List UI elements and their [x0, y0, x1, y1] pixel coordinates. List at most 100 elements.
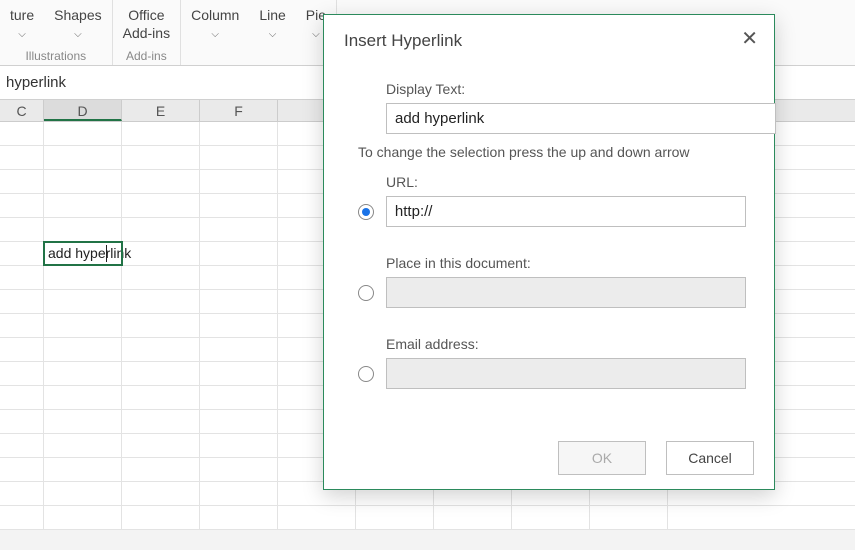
cell[interactable]	[200, 122, 278, 145]
cell[interactable]: add hyperlink	[44, 242, 122, 265]
cell[interactable]	[200, 434, 278, 457]
cell[interactable]	[44, 314, 122, 337]
ribbon-group: Column⌵Line⌵Pie⌵	[181, 0, 337, 65]
cell[interactable]	[122, 314, 200, 337]
chevron-down-icon: ⌵	[10, 26, 34, 44]
email-input	[386, 358, 746, 389]
cancel-button[interactable]: Cancel	[666, 441, 754, 475]
cell[interactable]	[122, 410, 200, 433]
cell[interactable]	[0, 338, 44, 361]
cell[interactable]	[44, 482, 122, 505]
column-header[interactable]: C	[0, 100, 44, 121]
cell[interactable]	[0, 434, 44, 457]
cell[interactable]	[44, 146, 122, 169]
column-header[interactable]: F	[200, 100, 278, 121]
cell[interactable]	[44, 386, 122, 409]
cell[interactable]	[44, 338, 122, 361]
cell[interactable]	[200, 506, 278, 529]
dialog-title: Insert Hyperlink	[324, 15, 774, 61]
close-icon[interactable]: ✕	[741, 29, 758, 49]
place-radio[interactable]	[358, 285, 374, 301]
cell[interactable]	[200, 242, 278, 265]
display-text-input[interactable]	[386, 103, 776, 134]
cell[interactable]	[278, 506, 356, 529]
cell[interactable]	[200, 458, 278, 481]
cell[interactable]	[44, 506, 122, 529]
column-header[interactable]: D	[44, 100, 122, 121]
cell[interactable]	[0, 170, 44, 193]
cell[interactable]	[0, 194, 44, 217]
cell[interactable]	[122, 194, 200, 217]
ribbon-button[interactable]: Line⌵	[249, 0, 295, 63]
cell[interactable]	[44, 122, 122, 145]
cell[interactable]	[200, 314, 278, 337]
ribbon-button[interactable]: Column⌵	[181, 0, 249, 63]
cell[interactable]	[200, 146, 278, 169]
cell[interactable]	[122, 290, 200, 313]
cell[interactable]	[200, 362, 278, 385]
cell[interactable]	[122, 266, 200, 289]
cell[interactable]	[44, 362, 122, 385]
cell[interactable]	[200, 218, 278, 241]
cell[interactable]	[122, 146, 200, 169]
ribbon-button[interactable]: Shapes⌵	[44, 0, 111, 49]
cell[interactable]	[122, 458, 200, 481]
column-header[interactable]: E	[122, 100, 200, 121]
ribbon-group-label: Add-ins	[113, 49, 180, 65]
table-row	[0, 506, 855, 530]
cell[interactable]	[122, 434, 200, 457]
cell[interactable]	[200, 338, 278, 361]
cell[interactable]	[44, 170, 122, 193]
cell[interactable]	[200, 290, 278, 313]
cell[interactable]	[200, 170, 278, 193]
cell[interactable]	[122, 482, 200, 505]
cell[interactable]	[122, 122, 200, 145]
email-radio[interactable]	[358, 366, 374, 382]
cell[interactable]	[0, 482, 44, 505]
ribbon-button[interactable]: ture⌵	[0, 0, 44, 49]
cell[interactable]	[122, 386, 200, 409]
cell[interactable]	[200, 266, 278, 289]
cell[interactable]	[0, 314, 44, 337]
cell[interactable]	[200, 386, 278, 409]
cell[interactable]	[122, 170, 200, 193]
place-input	[386, 277, 746, 308]
cell[interactable]	[0, 146, 44, 169]
cell[interactable]	[356, 506, 434, 529]
cell[interactable]	[434, 506, 512, 529]
cell[interactable]	[122, 242, 200, 265]
insert-hyperlink-dialog: Insert Hyperlink ✕ Display Text: To chan…	[323, 14, 775, 490]
cell[interactable]	[0, 410, 44, 433]
cell[interactable]	[200, 482, 278, 505]
cell[interactable]	[44, 194, 122, 217]
cell[interactable]	[44, 290, 122, 313]
url-input[interactable]	[386, 196, 746, 227]
cell[interactable]	[0, 506, 44, 529]
cell[interactable]	[0, 242, 44, 265]
email-label: Email address:	[386, 336, 746, 352]
cell[interactable]	[0, 266, 44, 289]
cell[interactable]	[0, 290, 44, 313]
cell[interactable]	[122, 218, 200, 241]
cell[interactable]	[44, 458, 122, 481]
cell[interactable]	[44, 410, 122, 433]
cell[interactable]	[512, 506, 590, 529]
cell[interactable]	[44, 434, 122, 457]
cell[interactable]	[0, 458, 44, 481]
cell[interactable]	[122, 362, 200, 385]
cell[interactable]	[122, 338, 200, 361]
cell[interactable]	[0, 362, 44, 385]
cell[interactable]	[0, 218, 44, 241]
cell[interactable]	[44, 218, 122, 241]
ok-button[interactable]: OK	[558, 441, 646, 475]
cell[interactable]	[590, 506, 668, 529]
cell[interactable]	[200, 194, 278, 217]
place-label: Place in this document:	[386, 255, 746, 271]
ribbon-button[interactable]: OfficeAdd-ins	[113, 0, 180, 49]
cell[interactable]	[44, 266, 122, 289]
url-radio[interactable]	[358, 204, 374, 220]
cell[interactable]	[122, 506, 200, 529]
cell[interactable]	[0, 386, 44, 409]
cell[interactable]	[0, 122, 44, 145]
cell[interactable]	[200, 410, 278, 433]
